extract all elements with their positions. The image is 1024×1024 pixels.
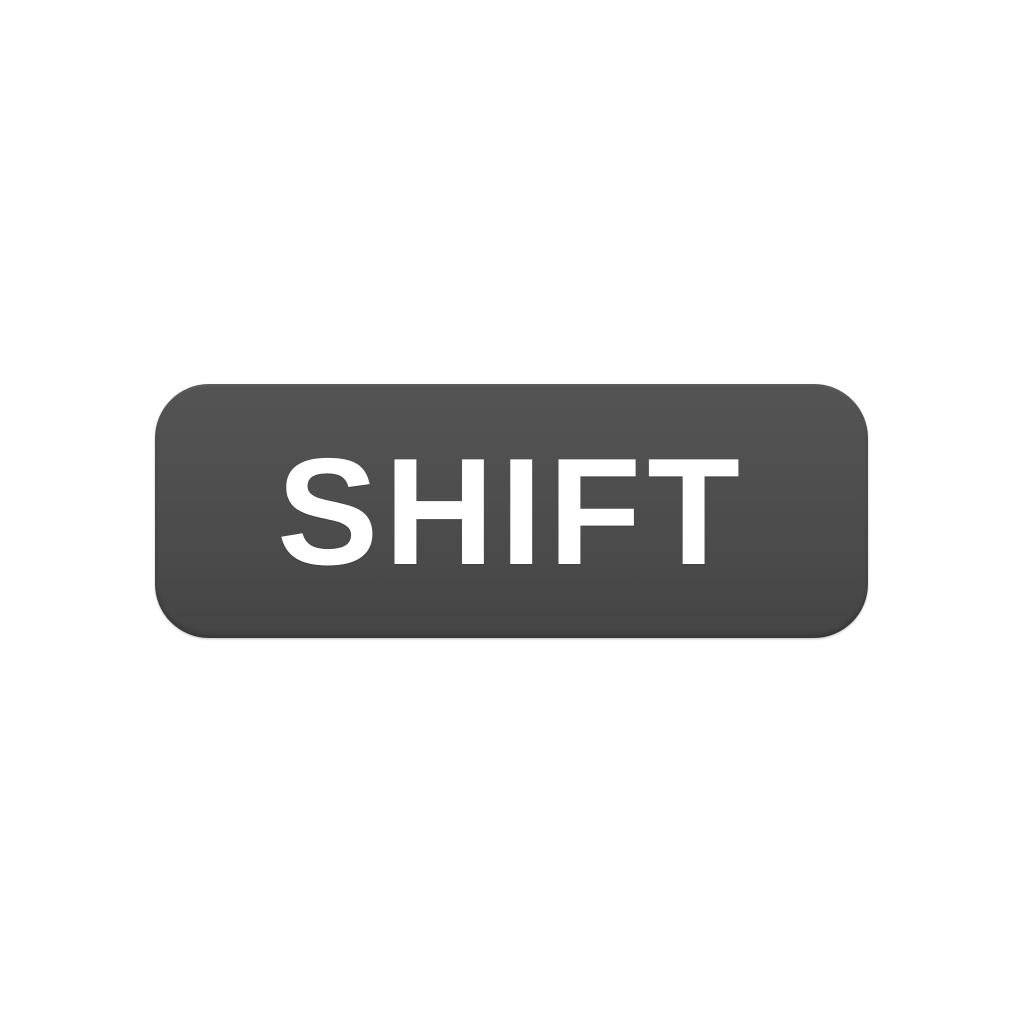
canvas: SHIFT <box>0 0 1024 1024</box>
shift-key-label: SHIFT <box>276 427 747 597</box>
shift-key-button[interactable]: SHIFT <box>155 384 868 638</box>
